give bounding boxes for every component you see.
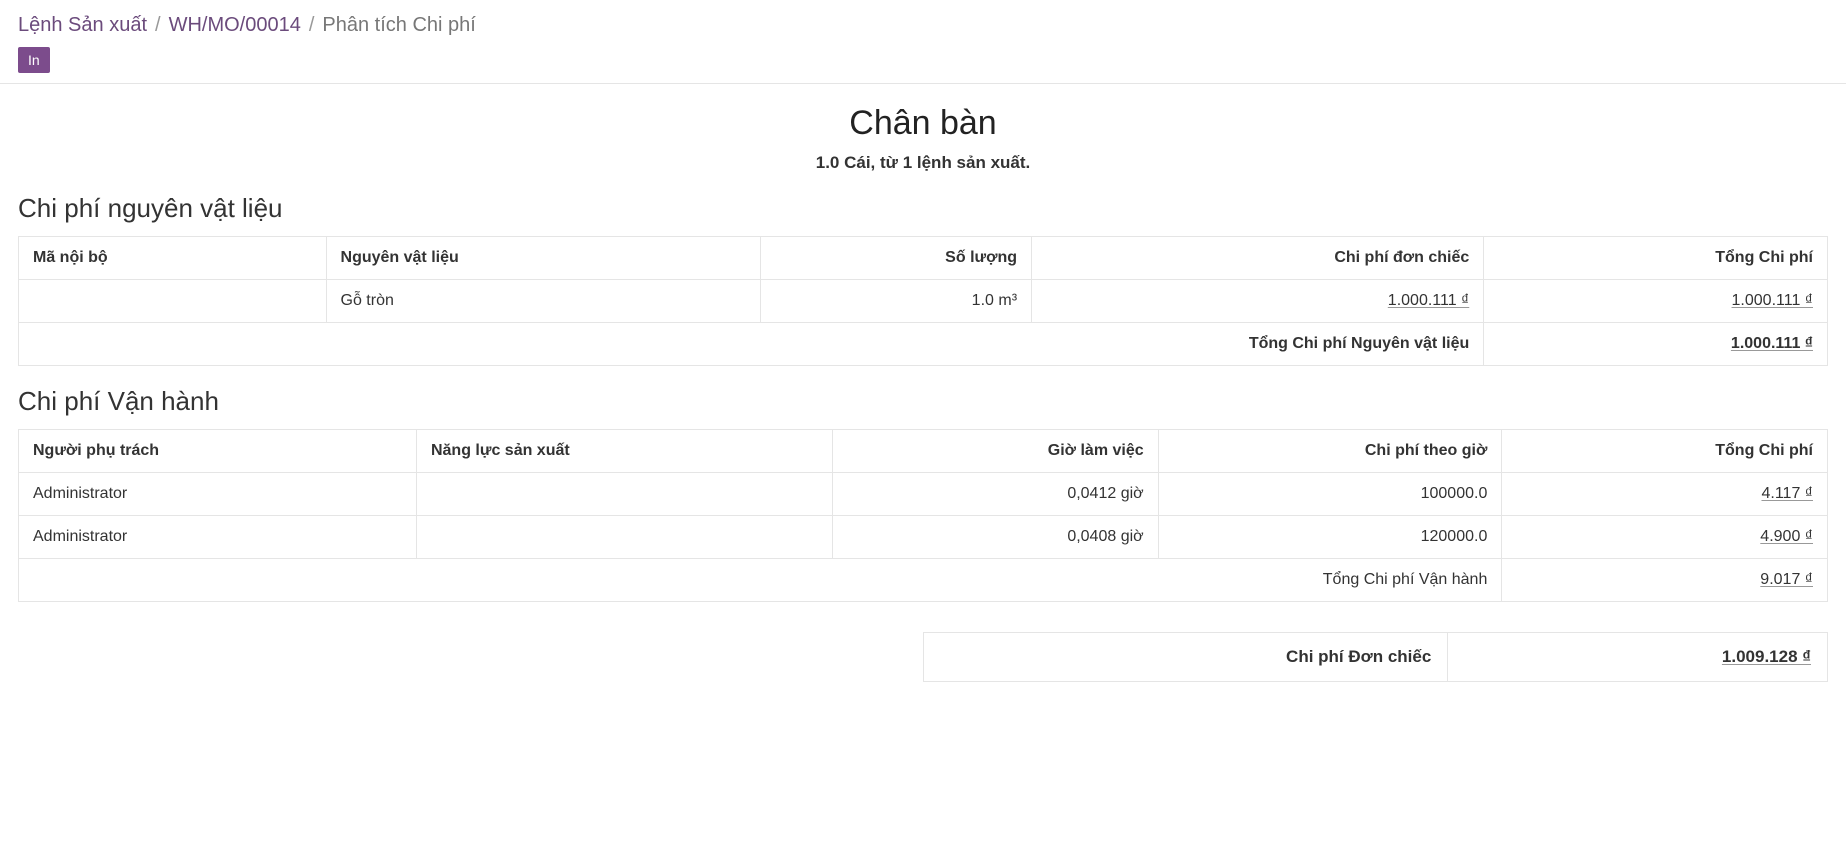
materials-table: Mã nội bộ Nguyên vật liệu Số lượng Chi p… <box>18 236 1828 366</box>
materials-summary-value: 1.000.111 ₫ <box>1484 323 1828 366</box>
print-button[interactable]: In <box>18 47 50 73</box>
breadcrumb-separator: / <box>155 14 161 37</box>
table-row: Administrator 0,0412 giờ 100000.0 4.117 … <box>19 473 1828 516</box>
breadcrumb-current: Phân tích Chi phí <box>322 14 475 37</box>
cell-total-cost: 4.117 ₫ <box>1502 473 1828 516</box>
final-label: Chi phí Đơn chiếc <box>924 633 1448 682</box>
materials-summary-row: Tổng Chi phí Nguyên vật liệu 1.000.111 ₫ <box>19 323 1828 366</box>
page-title: Chân bàn <box>18 104 1828 143</box>
cell-hours: 0,0412 giờ <box>833 473 1159 516</box>
breadcrumb: Lệnh Sản xuất / WH/MO/00014 / Phân tích … <box>0 0 1846 37</box>
col-total-cost: Tổng Chi phí <box>1484 237 1828 280</box>
col-internal-ref: Mã nội bộ <box>19 237 327 280</box>
table-header-row: Mã nội bộ Nguyên vật liệu Số lượng Chi p… <box>19 237 1828 280</box>
table-row: Gỗ tròn 1.0 m³ 1.000.111 ₫ 1.000.111 ₫ <box>19 280 1828 323</box>
breadcrumb-separator: / <box>309 14 315 37</box>
page-subtitle: 1.0 Cái, từ 1 lệnh sản xuất. <box>18 153 1828 173</box>
cell-capacity <box>416 516 832 559</box>
final-value: 1.009.128 ₫ <box>1448 633 1828 682</box>
cell-capacity <box>416 473 832 516</box>
materials-section-title: Chi phí nguyên vật liệu <box>18 193 1828 224</box>
operations-summary-label: Tổng Chi phí Vận hành <box>19 559 1502 602</box>
cell-total-cost: 1.000.111 ₫ <box>1484 280 1828 323</box>
cell-unit-cost: 1.000.111 ₫ <box>1032 280 1484 323</box>
currency-value: 1.009.128 ₫ <box>1722 647 1811 666</box>
cell-hour-cost: 100000.0 <box>1158 473 1502 516</box>
col-total-cost: Tổng Chi phí <box>1502 430 1828 473</box>
col-qty: Số lượng <box>760 237 1031 280</box>
currency-value: 4.900 ₫ <box>1760 528 1813 545</box>
currency-value: 1.000.111 ₫ <box>1388 292 1469 309</box>
currency-value: 9.017 ₫ <box>1760 571 1813 588</box>
operations-section-title: Chi phí Vận hành <box>18 386 1828 417</box>
materials-summary-label: Tổng Chi phí Nguyên vật liệu <box>19 323 1484 366</box>
breadcrumb-link-lenh-san-xuat[interactable]: Lệnh Sản xuất <box>18 14 147 37</box>
toolbar: In <box>0 37 1846 83</box>
col-hour-cost: Chi phí theo giờ <box>1158 430 1502 473</box>
currency-value: 1.000.111 ₫ <box>1732 292 1813 309</box>
cell-material: Gỗ tròn <box>326 280 760 323</box>
cell-responsible: Administrator <box>19 473 417 516</box>
operations-summary-row: Tổng Chi phí Vận hành 9.017 ₫ <box>19 559 1828 602</box>
col-material: Nguyên vật liệu <box>326 237 760 280</box>
cell-internal-ref <box>19 280 327 323</box>
cell-hours: 0,0408 giờ <box>833 516 1159 559</box>
currency-value: 1.000.111 ₫ <box>1731 335 1813 352</box>
currency-value: 4.117 ₫ <box>1761 485 1813 502</box>
operations-table: Người phụ trách Năng lực sản xuất Giờ là… <box>18 429 1828 602</box>
col-responsible: Người phụ trách <box>19 430 417 473</box>
cell-responsible: Administrator <box>19 516 417 559</box>
table-header-row: Người phụ trách Năng lực sản xuất Giờ là… <box>19 430 1828 473</box>
cell-qty: 1.0 m³ <box>760 280 1031 323</box>
cell-hour-cost: 120000.0 <box>1158 516 1502 559</box>
col-hours: Giờ làm việc <box>833 430 1159 473</box>
content-area: Chân bàn 1.0 Cái, từ 1 lệnh sản xuất. Ch… <box>0 84 1846 712</box>
table-row: Administrator 0,0408 giờ 120000.0 4.900 … <box>19 516 1828 559</box>
cell-total-cost: 4.900 ₫ <box>1502 516 1828 559</box>
final-row: Chi phí Đơn chiếc 1.009.128 ₫ <box>924 633 1828 682</box>
final-summary-table: Chi phí Đơn chiếc 1.009.128 ₫ <box>923 632 1828 682</box>
col-capacity: Năng lực sản xuất <box>416 430 832 473</box>
col-unit-cost: Chi phí đơn chiếc <box>1032 237 1484 280</box>
breadcrumb-link-mo-number[interactable]: WH/MO/00014 <box>169 14 301 37</box>
operations-summary-value: 9.017 ₫ <box>1502 559 1828 602</box>
